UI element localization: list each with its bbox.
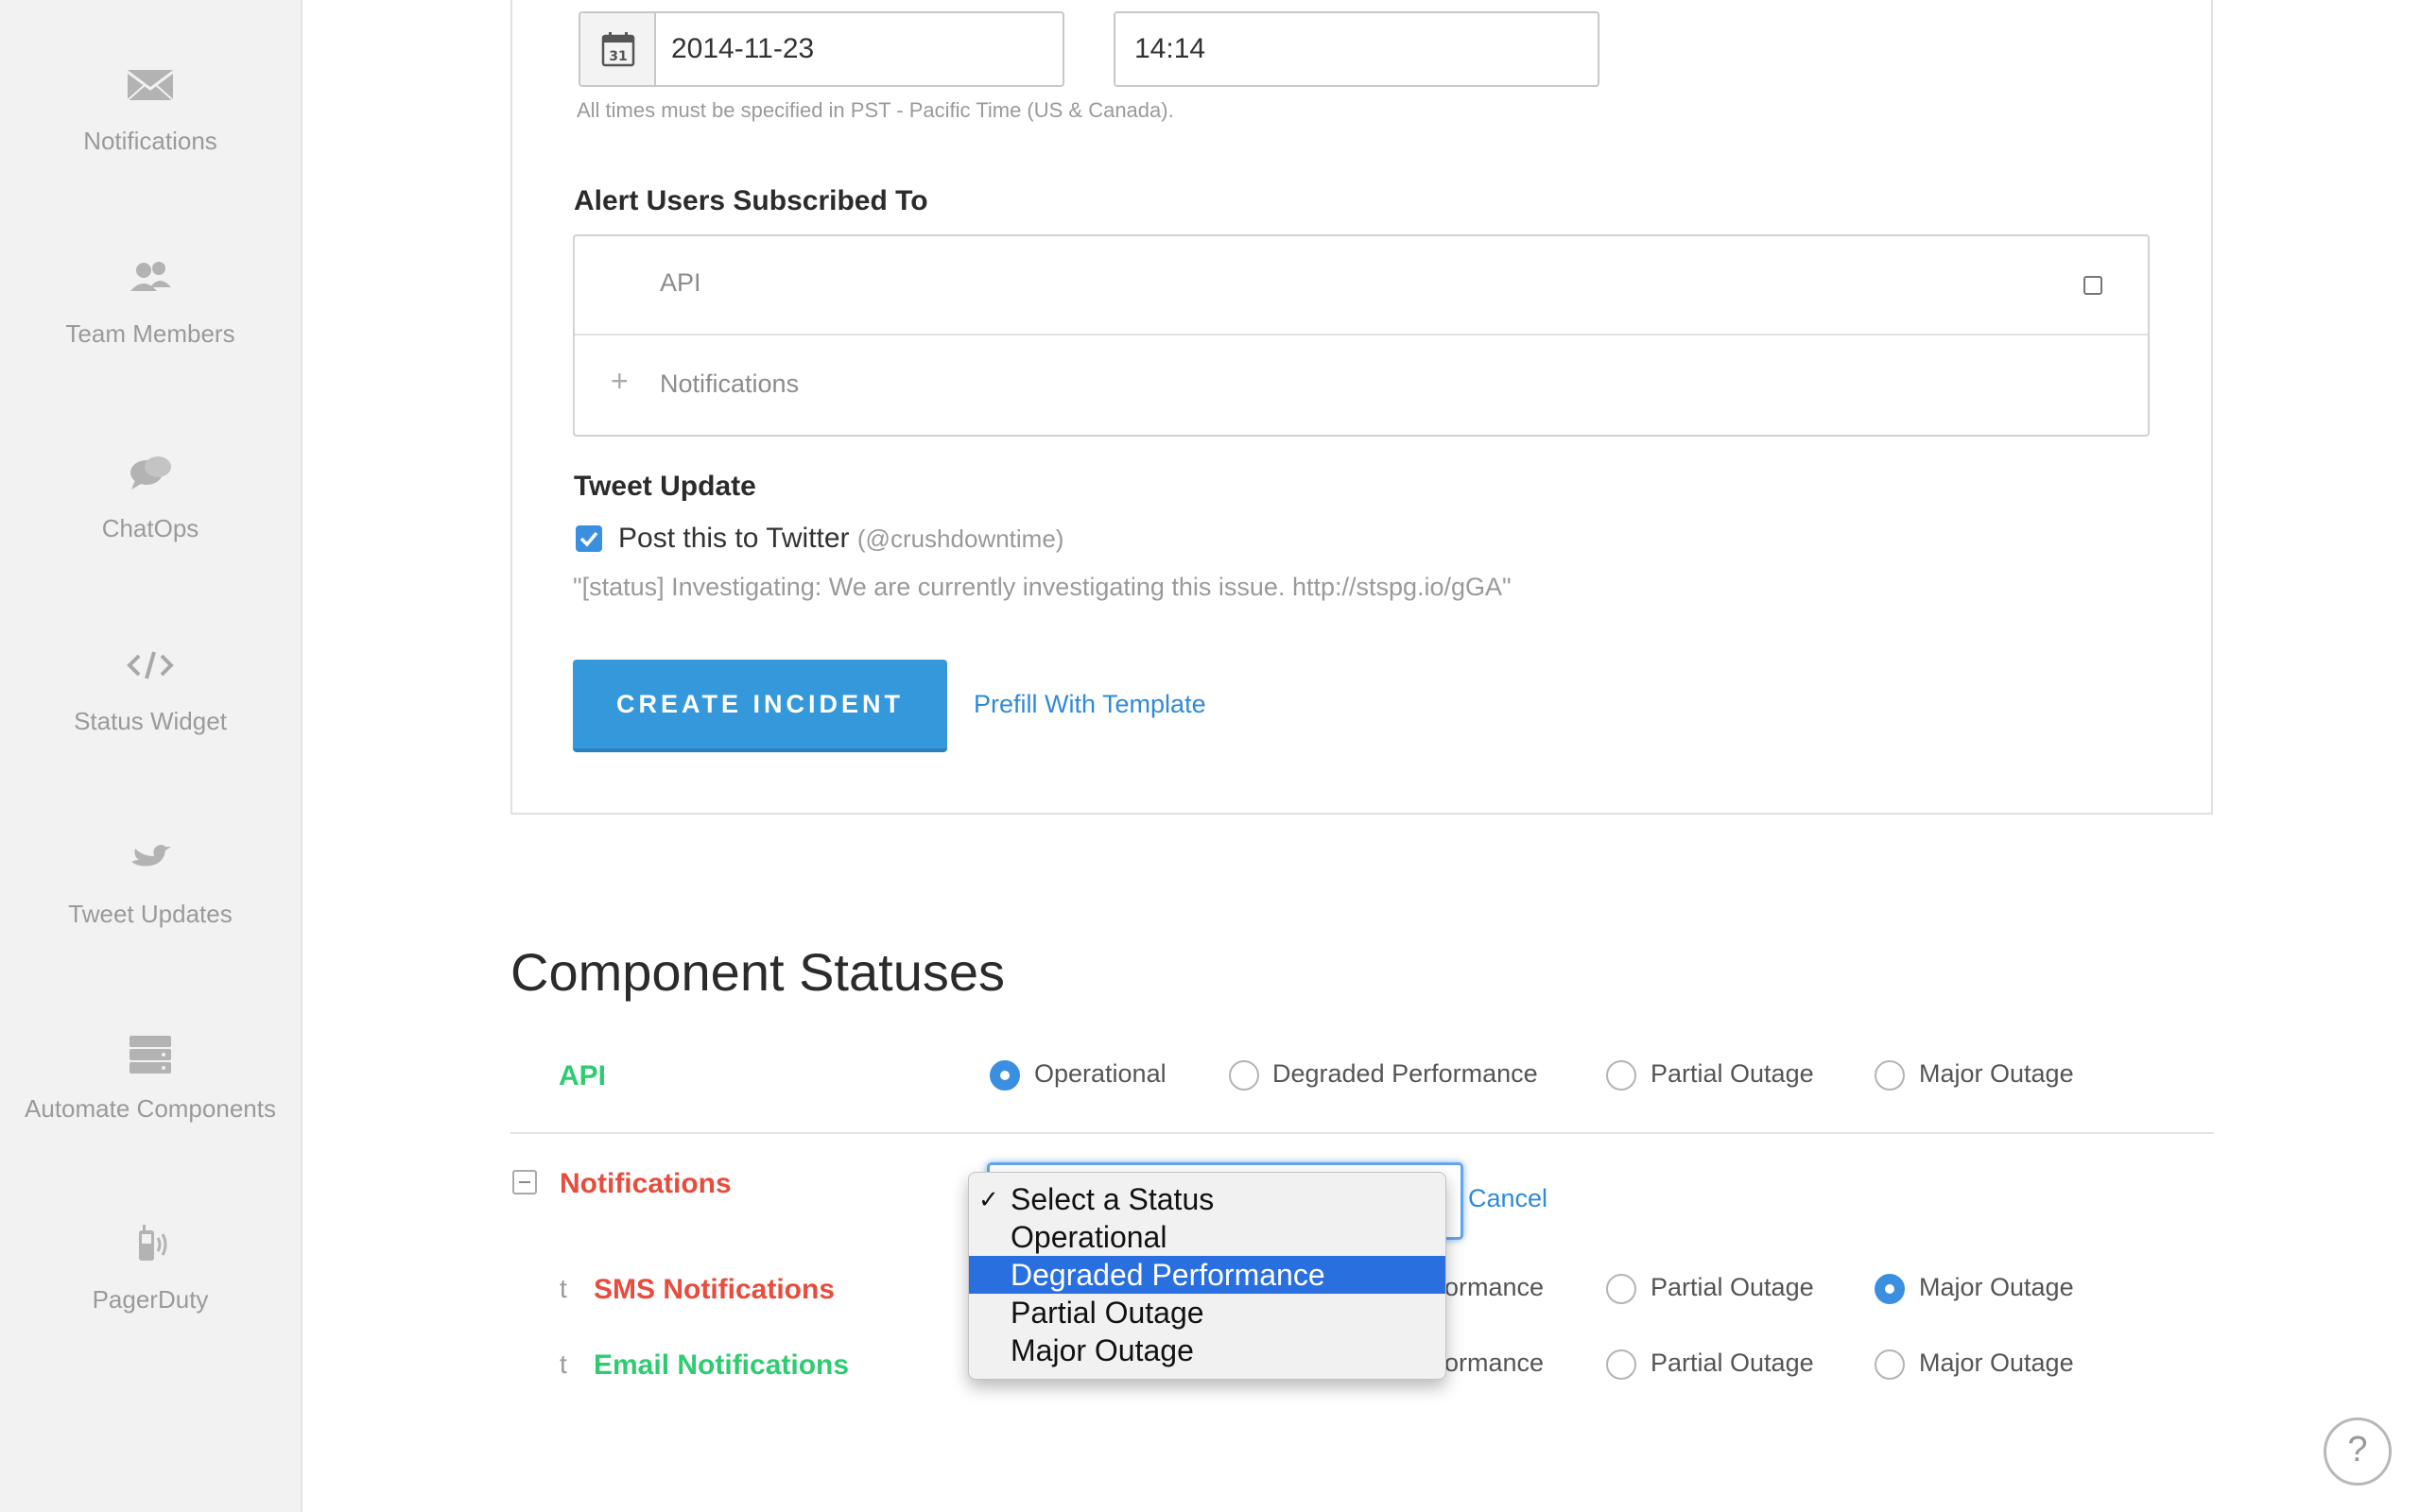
email-radio-partial[interactable] [1606, 1349, 1636, 1380]
sidebar-item-label: Automate Components [25, 1094, 276, 1123]
sidebar-item-team-members[interactable]: Team Members [0, 255, 301, 397]
subscription-row-notifications[interactable]: + Notifications [575, 337, 2148, 437]
users-icon [122, 255, 179, 302]
api-radio-degraded[interactable] [1229, 1060, 1259, 1091]
sms-label-partial: Partial Outage [1651, 1273, 1814, 1301]
sms-label-degraded-partial: ormance [1444, 1273, 1545, 1301]
email-radio-major[interactable] [1875, 1349, 1905, 1380]
time-input[interactable] [1134, 30, 1579, 68]
envelope-icon [122, 62, 179, 110]
sidebar-item-chatops[interactable]: ChatOps [0, 450, 301, 592]
dropdown-option-partial-outage[interactable]: Partial Outage [969, 1294, 1445, 1332]
api-label-degraded: Degraded Performance [1272, 1059, 1538, 1088]
chat-bubbles-icon [122, 450, 179, 497]
twitter-handle: (@crushdowntime) [856, 524, 1064, 553]
sms-label-major: Major Outage [1919, 1273, 2074, 1301]
api-label-partial: Partial Outage [1651, 1059, 1814, 1088]
sidebar: Notifications Team Members ChatOps Statu… [0, 0, 302, 1512]
dropdown-option-degraded-performance[interactable]: Degraded Performance [969, 1256, 1445, 1294]
sidebar-item-label: Status Widget [74, 707, 227, 735]
subscription-label: API [660, 268, 701, 297]
api-label-operational: Operational [1034, 1059, 1167, 1088]
api-radio-major[interactable] [1875, 1060, 1905, 1091]
component-divider [510, 1132, 2214, 1134]
sidebar-item-tweet-updates[interactable]: Tweet Updates [0, 835, 301, 977]
dropdown-option-select-a-status[interactable]: ✓ Select a Status [969, 1180, 1445, 1218]
prefill-template-link[interactable]: Prefill With Template [974, 690, 1206, 719]
expand-plus-icon[interactable]: + [611, 364, 629, 399]
calendar-button[interactable]: 31 [580, 13, 656, 85]
post-to-twitter-checkbox[interactable] [576, 525, 602, 552]
component-statuses-title: Component Statuses [510, 942, 1005, 1002]
subscription-row-api[interactable]: API [575, 236, 2148, 335]
tweet-preview: "[status] Investigating: We are currentl… [573, 573, 1512, 601]
subscription-list: API + Notifications [573, 234, 2150, 437]
component-name-sms: SMS Notifications [594, 1274, 836, 1305]
dropdown-option-operational[interactable]: Operational [969, 1218, 1445, 1256]
sidebar-item-automate-components[interactable]: Automate Components [0, 1030, 301, 1172]
sidebar-item-label: Notifications [83, 127, 217, 155]
email-label-partial: Partial Outage [1651, 1349, 1814, 1377]
alert-users-title: Alert Users Subscribed To [574, 185, 928, 216]
component-name-api: API [559, 1060, 607, 1091]
sms-radio-partial[interactable] [1606, 1274, 1636, 1304]
email-label-degraded-partial: ormance [1444, 1349, 1545, 1377]
api-label-major: Major Outage [1919, 1059, 2074, 1088]
sms-radio-major[interactable] [1875, 1274, 1905, 1304]
code-icon [122, 643, 179, 690]
phone-signal-icon [122, 1221, 179, 1268]
time-field-group [1114, 11, 1599, 87]
help-button[interactable]: ? [2324, 1418, 2392, 1486]
child-indent-icon: t [560, 1274, 567, 1303]
post-to-twitter-label[interactable]: Post this to Twitter (@crushdowntime) [618, 523, 1063, 555]
sidebar-item-status-widget[interactable]: Status Widget [0, 643, 301, 784]
checkmark-icon: ✓ [978, 1185, 999, 1213]
timezone-note: All times must be specified in PST - Pac… [577, 98, 1174, 122]
date-field-group: 31 [579, 11, 1064, 87]
status-dropdown-menu: ✓ Select a Status Operational Degraded P… [968, 1172, 1446, 1380]
component-name-email: Email Notifications [594, 1349, 850, 1381]
svg-text:31: 31 [609, 49, 627, 64]
checkbox-text: Post this to Twitter [618, 523, 850, 554]
date-input[interactable] [671, 30, 1049, 68]
api-radio-operational[interactable] [990, 1060, 1020, 1091]
sidebar-item-label: ChatOps [101, 514, 199, 542]
sidebar-item-label: Team Members [65, 319, 235, 348]
sidebar-item-label: PagerDuty [92, 1285, 209, 1314]
sidebar-item-label: Tweet Updates [68, 900, 233, 928]
bird-icon [122, 835, 179, 883]
sidebar-item-notifications[interactable]: Notifications [0, 62, 301, 204]
component-name-notifications: Notifications [560, 1168, 732, 1199]
create-incident-button[interactable]: CREATE INCIDENT [573, 660, 947, 752]
tweet-update-title: Tweet Update [574, 471, 756, 502]
email-label-major: Major Outage [1919, 1349, 2074, 1377]
collapse-minus-icon[interactable] [512, 1170, 537, 1194]
server-icon [122, 1030, 179, 1077]
sidebar-item-pagerduty[interactable]: PagerDuty [0, 1221, 301, 1363]
cancel-group-status-link[interactable]: Cancel [1468, 1184, 1547, 1213]
checkmark-icon [579, 531, 598, 547]
subscription-checkbox[interactable] [2083, 276, 2102, 295]
child-indent-icon: t [560, 1349, 567, 1379]
calendar-icon: 31 [601, 32, 635, 67]
api-radio-partial[interactable] [1606, 1060, 1636, 1091]
dropdown-option-major-outage[interactable]: Major Outage [969, 1332, 1445, 1369]
subscription-label: Notifications [660, 369, 800, 398]
